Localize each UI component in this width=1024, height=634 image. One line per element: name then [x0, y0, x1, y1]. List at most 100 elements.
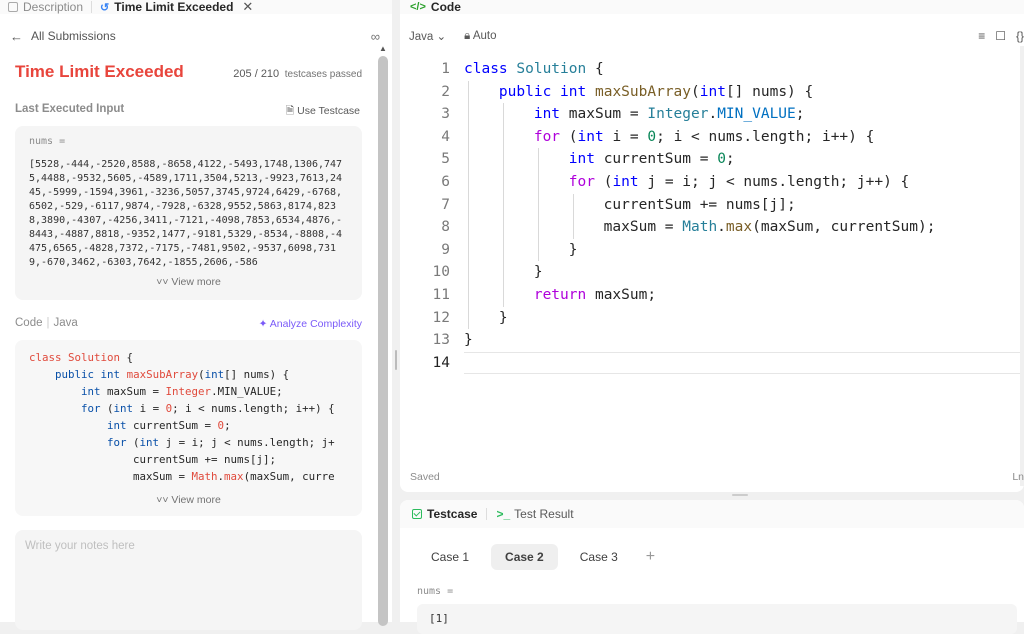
braces-icon[interactable]: {}	[1016, 29, 1024, 43]
tab-description-label: Description	[23, 0, 84, 14]
language-label: Java	[409, 31, 434, 43]
code-line: for (int j = i; j < nums.length; j++) {	[464, 170, 1024, 194]
testcase-panel: Testcase >_ Test Result Case 1 Case 2 Ca…	[400, 500, 1024, 634]
editor-toolbar-icons: ≡ ☐ {}	[978, 29, 1024, 43]
code-line: maxSum = Math.max(maxSum, currentSum);	[464, 216, 1024, 239]
code-line: return maxSum;	[464, 283, 1024, 307]
code-line-current	[464, 351, 1024, 375]
horizontal-splitter-handle[interactable]	[732, 494, 748, 496]
code-line: }	[464, 261, 1024, 284]
editor-tab-title[interactable]: Code	[431, 0, 461, 14]
input-variable: nums =	[29, 136, 66, 147]
editor-toolbar: Java ⌄ 🔒︎ Auto ≡ ☐ {}	[400, 26, 1024, 46]
testcase-tabbar: Testcase >_ Test Result	[400, 500, 1024, 528]
analyze-label: Analyze Complexity	[269, 318, 362, 330]
submitted-code: class Solution { public int maxSubArray(…	[29, 351, 335, 483]
description-icon	[8, 2, 18, 12]
code-icon: </>	[410, 1, 426, 13]
code-language: Java	[53, 317, 78, 329]
line-number: 6	[441, 173, 450, 190]
editor-tabbar: </> Code	[400, 0, 1024, 14]
format-icon[interactable]: ≡	[978, 29, 985, 43]
code-section-label: Code | Java	[15, 317, 78, 329]
testcase-variable: nums =	[417, 586, 454, 597]
code-line: class Solution {	[464, 61, 604, 77]
code-line: public int maxSubArray(int[] nums) {	[464, 80, 1024, 104]
verdict-title: Time Limit Exceeded	[15, 62, 184, 81]
line-number: 7	[441, 196, 450, 213]
analyze-complexity-button[interactable]: ✦ Analyze Complexity	[259, 318, 362, 330]
case-tab-1[interactable]: Case 1	[417, 544, 483, 570]
line-number-gutter: 1 2 3 4 5 6 7 8 9 10 11 12 13 14	[400, 58, 450, 374]
view-more-code-button[interactable]: ˅˅ View more	[15, 494, 362, 506]
tab-result[interactable]: ↺ Time Limit Exceeded ✕	[92, 0, 261, 14]
tab-result-label: Time Limit Exceeded	[114, 0, 234, 14]
case-tab-2[interactable]: Case 2	[491, 544, 558, 570]
vertical-splitter[interactable]	[392, 0, 400, 622]
splitter-handle[interactable]	[395, 350, 397, 370]
back-arrow-icon[interactable]: ←	[10, 29, 23, 44]
tab-testcase[interactable]: Testcase	[412, 507, 477, 521]
last-executed-input-title: Last Executed Input	[15, 103, 125, 115]
add-case-icon[interactable]: +	[646, 548, 655, 566]
line-number: 14	[432, 354, 450, 371]
case-tabs: Case 1 Case 2 Case 3 +	[417, 544, 655, 570]
editor-scrollbar[interactable]	[1020, 46, 1024, 486]
line-number: 12	[432, 309, 450, 326]
code-line: }	[464, 238, 1024, 262]
left-panel: Description ↺ Time Limit Exceeded ✕ ← Al…	[0, 0, 392, 630]
line-number: 9	[441, 241, 450, 258]
view-more-label: View more	[171, 494, 221, 506]
use-testcase-label: Use Testcase	[297, 105, 360, 117]
code-editor-panel: </> Code Java ⌄ 🔒︎ Auto ≡ ☐ {} 1 2 3 4 5…	[400, 0, 1024, 492]
notes-input[interactable]: Write your notes here	[15, 530, 362, 630]
line-number: 11	[432, 286, 450, 303]
code-editor-text[interactable]: class Solution { public int maxSubArray(…	[464, 58, 1024, 375]
cursor-position: Ln	[1012, 471, 1024, 483]
left-scrollbar[interactable]	[378, 56, 388, 626]
code-label: Code	[15, 317, 43, 329]
line-number: 4	[441, 128, 450, 145]
saved-status: Saved	[410, 471, 440, 483]
code-line: }	[464, 306, 1024, 330]
case-tab-3[interactable]: Case 3	[566, 544, 632, 570]
left-tabbar: Description ↺ Time Limit Exceeded ✕	[0, 0, 392, 14]
last-input-box: nums = [5528,-444,-2520,8588,-8658,4122,…	[15, 126, 362, 300]
sparkle-icon: ✦	[258, 318, 268, 330]
auto-label: Auto	[472, 29, 497, 42]
view-more-label: View more	[171, 276, 221, 288]
code-line: int currentSum = 0;	[464, 148, 1024, 171]
submitted-code-box: class Solution { public int maxSubArray(…	[15, 340, 362, 516]
code-line: for (int i = 0; i < nums.length; i++) {	[464, 125, 1024, 149]
line-number: 8	[441, 219, 450, 236]
history-icon: ↺	[100, 1, 110, 14]
line-number: 1	[441, 61, 450, 77]
testcase-value-input[interactable]: [1]	[417, 604, 1017, 634]
code-line: int maxSum = Integer.MIN_VALUE;	[464, 103, 1024, 126]
checkbox-icon	[412, 509, 422, 519]
chevrons-down-icon: ˅˅	[156, 276, 169, 288]
chevrons-down-icon: ˅˅	[156, 494, 169, 506]
bookmark-icon[interactable]: ☐	[995, 29, 1006, 43]
use-testcase-button[interactable]: 🗎 Use Testcase	[286, 103, 360, 121]
view-more-input-button[interactable]: ˅˅ View more	[15, 276, 362, 288]
all-submissions-link[interactable]: All Submissions	[31, 29, 116, 43]
passed-suffix: testcases passed	[284, 69, 362, 80]
scroll-up-arrow-icon[interactable]: ▲	[379, 44, 387, 53]
language-select[interactable]: Java ⌄	[409, 29, 446, 43]
terminal-icon: >_	[496, 507, 511, 521]
testcases-passed: 205 / 210 testcases passed	[233, 68, 362, 80]
tab-description[interactable]: Description	[0, 0, 91, 14]
chevron-down-icon: ⌄	[436, 31, 447, 43]
line-number: 5	[441, 151, 450, 168]
tab-test-result[interactable]: >_ Test Result	[496, 507, 573, 521]
auto-mode[interactable]: 🔒︎ Auto	[464, 30, 496, 43]
tab-test-result-label: Test Result	[514, 507, 574, 521]
close-icon[interactable]: ✕	[242, 0, 253, 15]
passed-count: 205 / 210	[233, 68, 280, 80]
code-line: }	[464, 332, 473, 349]
code-line: currentSum += nums[j];	[464, 193, 1024, 217]
tab-testcase-label: Testcase	[427, 507, 478, 521]
link-icon[interactable]: ∞	[371, 29, 380, 44]
line-number: 10	[432, 264, 450, 281]
